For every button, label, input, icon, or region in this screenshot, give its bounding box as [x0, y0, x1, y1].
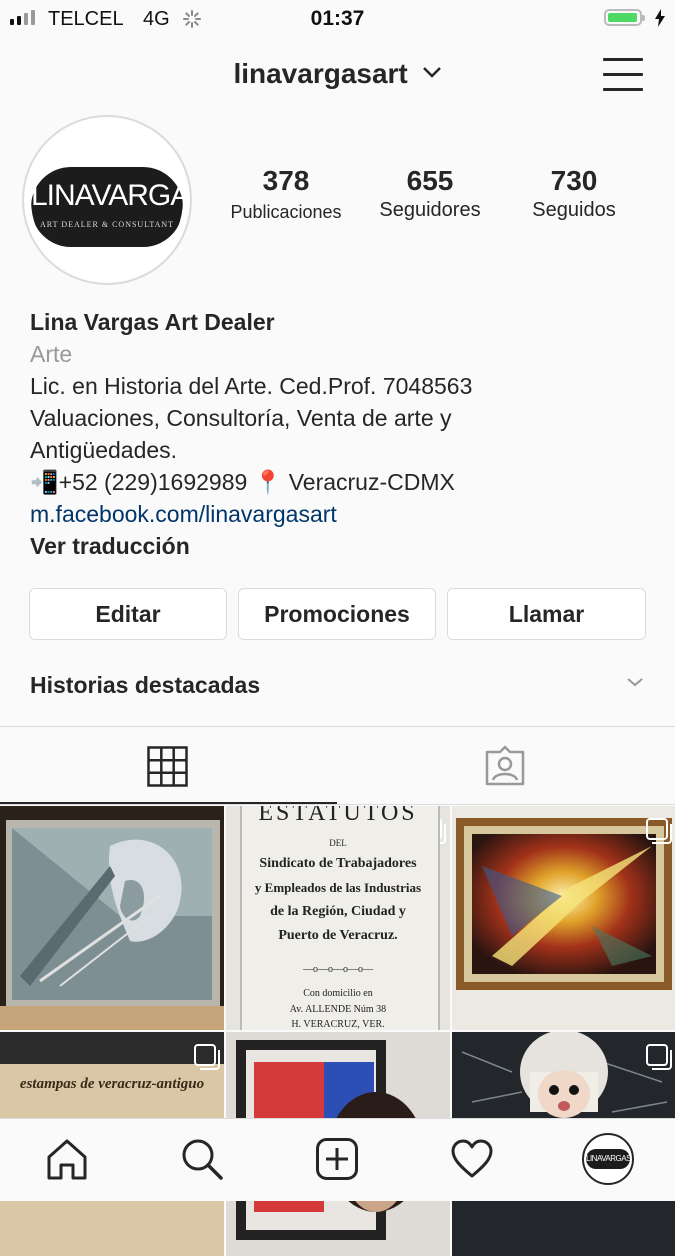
stat-posts[interactable]: 378 Publicaciones [211, 165, 361, 223]
promotions-button[interactable]: Promociones [238, 588, 436, 640]
bio-contact-line: 📲+52 (229)1692989 📍 Veracruz-CDMX [30, 466, 650, 498]
bio-line: Antigüedades. [30, 437, 178, 463]
document-text: H. VERACRUZ, VER. [291, 1019, 385, 1030]
document-text: Av. ALLENDE Núm 38 [289, 1004, 387, 1015]
post-thumbnail[interactable] [452, 806, 675, 1030]
document-text: Con domicilio en [303, 988, 373, 999]
search-icon[interactable] [180, 1137, 224, 1181]
stat-posts-label: Publicaciones [230, 202, 342, 222]
document-text: Puerto de Veracruz. [278, 928, 398, 943]
heart-icon[interactable] [450, 1137, 494, 1181]
tagged-photos-icon[interactable] [483, 744, 527, 788]
document-text: DEL [329, 838, 347, 848]
profile-category: Arte [30, 341, 73, 367]
stat-followers-count: 655 [406, 165, 454, 196]
divider [0, 804, 675, 805]
document-text: Sindicato de Trabajadores [259, 856, 417, 871]
bio-line: Valuaciones, Consultoría, Venta de arte … [30, 405, 452, 431]
status-bar: TELCEL 4G 01:37 [0, 0, 675, 38]
multiple-photos-icon [646, 818, 672, 844]
battery-icon [604, 9, 645, 26]
profile-username-dropdown[interactable]: linavargasart [0, 58, 675, 90]
logo-subtitle: ART DEALER & CONSULTANT [39, 220, 175, 229]
bottom-navigation-bar: LINAVARGAS [0, 1118, 675, 1201]
document-text: y Empleados de las Industrias [254, 880, 422, 895]
bio-location: 📍 Veracruz-CDMX [253, 469, 455, 495]
home-icon[interactable] [45, 1137, 89, 1181]
bio-website-link[interactable]: m.facebook.com/linavargasart [30, 498, 650, 530]
username: linavargasart [233, 58, 408, 89]
stat-following[interactable]: 730 Seguidos [499, 165, 649, 222]
stat-posts-count: 378 [262, 165, 310, 196]
edit-profile-button[interactable]: Editar [29, 588, 227, 640]
profile-display-name: Lina Vargas Art Dealer [30, 309, 275, 335]
abstract-painting-image [452, 806, 675, 1030]
post-caption-text: estampas de veracruz-antiguo [19, 1076, 205, 1092]
multiple-photos-icon [194, 1044, 220, 1070]
chevron-down-icon [422, 67, 441, 78]
stat-followers[interactable]: 655 Seguidores [355, 165, 505, 222]
profile-bio: Lina Vargas Art Dealer Arte Lic. en Hist… [30, 306, 650, 562]
logo-text: LINAVARGAS [31, 179, 183, 212]
profile-avatar[interactable]: LINAVARGAS [582, 1133, 634, 1185]
document-text: de la Región, Ciudad y [270, 904, 406, 919]
grid-icon[interactable] [147, 746, 188, 787]
call-button[interactable]: Llamar [447, 588, 646, 640]
post-thumbnail[interactable] [0, 806, 224, 1030]
painting-face-image [0, 806, 224, 1030]
story-highlights-header[interactable]: Historias destacadas [30, 672, 260, 699]
logo-text: LINAVARGAS [586, 1149, 631, 1169]
post-thumbnail[interactable]: ESTATUTOS DEL Sindicato de Trabajadores … [226, 806, 450, 1030]
translate-button[interactable]: Ver traducción [30, 530, 650, 562]
stat-following-count: 730 [550, 165, 598, 196]
clock: 01:37 [310, 7, 365, 30]
add-post-icon[interactable] [315, 1137, 359, 1181]
profile-avatar[interactable]: LINAVARGAS ART DEALER & CONSULTANT [22, 115, 192, 285]
document-text: —o—o—o—o— [303, 964, 373, 975]
logo: LINAVARGAS ART DEALER & CONSULTANT [31, 167, 183, 247]
chevron-down-icon[interactable] [626, 676, 644, 688]
hamburger-menu-icon[interactable] [603, 58, 643, 92]
multiple-photos-icon [646, 1044, 672, 1070]
bio-phone: 📲+52 (229)1692989 [30, 469, 248, 495]
bio-line: Lic. en Historia del Arte. Ced.Prof. 704… [30, 373, 473, 399]
stat-followers-label: Seguidores [379, 199, 481, 221]
divider [0, 726, 675, 727]
charging-bolt-icon [655, 9, 665, 27]
stat-following-label: Seguidos [532, 199, 616, 221]
document-title: ESTATUTOS [258, 806, 418, 826]
